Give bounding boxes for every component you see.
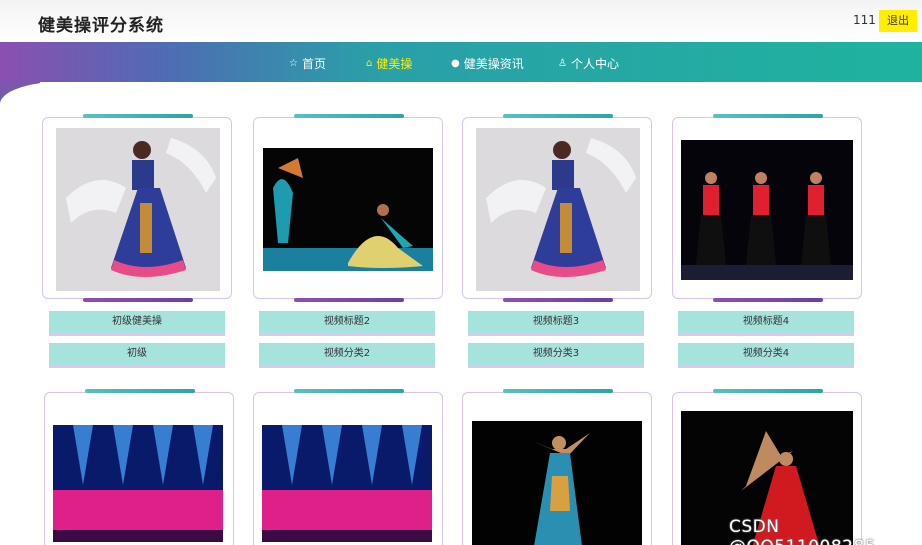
video-card[interactable] (253, 114, 443, 302)
video-title[interactable]: 初级健美操 (49, 311, 225, 336)
user-icon: ♙ (558, 58, 567, 69)
nav-item-label: 首页 (301, 57, 326, 71)
video-thumbnail[interactable] (476, 128, 640, 291)
nav-item-label: 健美操 (376, 57, 413, 71)
video-thumbnail[interactable] (53, 425, 223, 542)
video-card[interactable] (42, 114, 232, 302)
bag-icon: ⌂ (366, 58, 373, 69)
video-thumbnail[interactable] (56, 128, 220, 291)
video-card[interactable] (44, 389, 234, 545)
video-category[interactable]: 视频分类2 (259, 343, 435, 368)
nav-item-label: 健美操资讯 (463, 57, 524, 71)
video-card[interactable] (253, 389, 443, 545)
video-thumbnail[interactable] (262, 425, 432, 542)
app-title: 健美操评分系统 (38, 16, 164, 36)
video-title[interactable]: 视频标题2 (259, 311, 435, 336)
username-label: 111 (853, 13, 876, 27)
csdn-watermark: CSDN @QQ511008285 (729, 517, 876, 545)
star-icon: ☆ (289, 58, 298, 69)
video-card[interactable] (462, 389, 652, 545)
info-icon: ● (451, 58, 460, 69)
video-thumbnail[interactable] (681, 140, 853, 280)
navbar-curve (0, 82, 922, 106)
video-category[interactable]: 视频分类4 (678, 343, 854, 368)
nav-item-profile[interactable]: ♙ 个人中心 (558, 55, 619, 72)
video-thumbnail[interactable] (472, 421, 642, 545)
video-card[interactable] (672, 114, 862, 302)
top-header: 健美操评分系统 111 退出 (0, 0, 922, 42)
video-category[interactable]: 视频分类3 (468, 343, 644, 368)
nav-item-aerobics[interactable]: ⌂ 健美操 (366, 55, 412, 72)
video-thumbnail[interactable] (263, 148, 433, 271)
video-category[interactable]: 初级 (49, 343, 225, 368)
video-title[interactable]: 视频标题3 (468, 311, 644, 336)
video-card[interactable] (462, 114, 652, 302)
nav-item-label: 个人中心 (570, 57, 619, 71)
logout-button[interactable]: 退出 (879, 10, 917, 32)
nav-item-news[interactable]: ● 健美操资讯 (451, 55, 524, 72)
video-title[interactable]: 视频标题4 (678, 311, 854, 336)
nav-item-home[interactable]: ☆ 首页 (289, 55, 326, 72)
